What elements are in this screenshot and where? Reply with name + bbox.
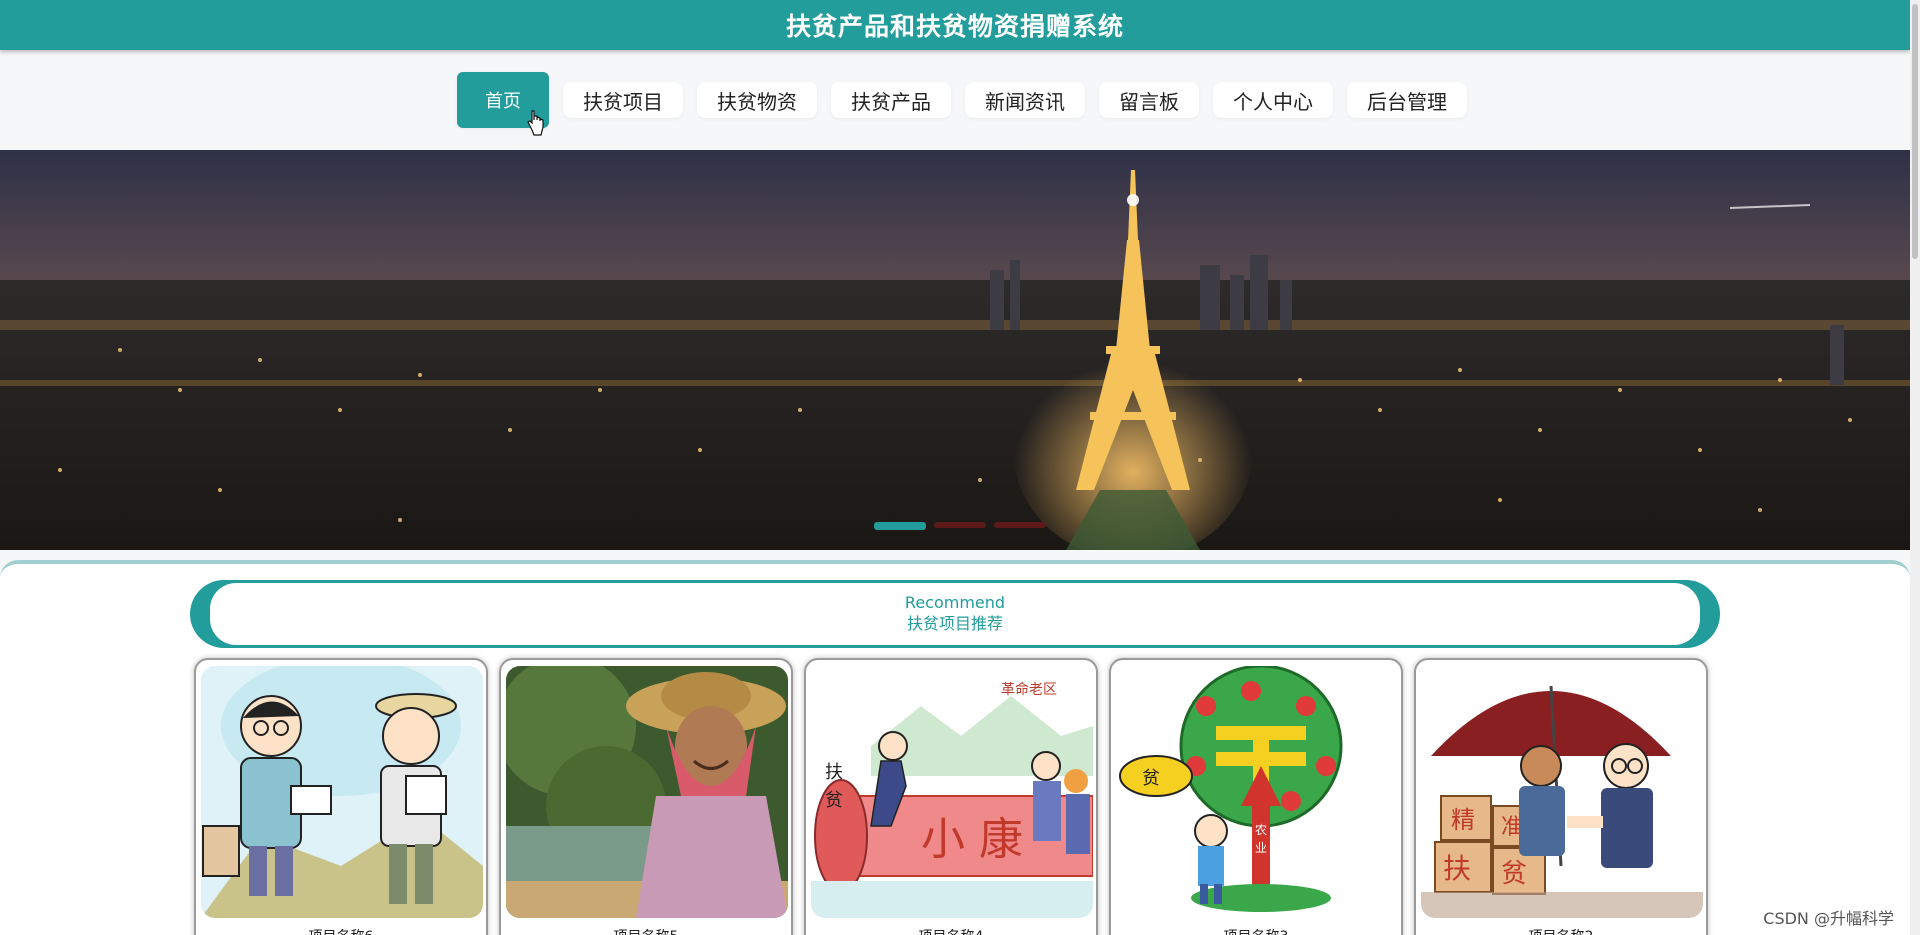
- project-card[interactable]: 精 准 扶 贫 项目名称2: [1414, 658, 1708, 935]
- project-name: 项目名称3: [1111, 926, 1401, 935]
- nav-item-projects[interactable]: 扶贫项目: [563, 82, 683, 118]
- scrollbar-thumb[interactable]: [1912, 4, 1918, 259]
- banner-dot-3[interactable]: [994, 522, 1046, 528]
- project-name: 项目名称2: [1416, 926, 1706, 935]
- svg-text:业: 业: [1255, 841, 1267, 855]
- project-name: 项目名称4: [806, 926, 1096, 935]
- banner-dot-1[interactable]: [874, 522, 926, 530]
- nav-item-profile[interactable]: 个人中心: [1213, 82, 1333, 118]
- project-name: 项目名称5: [501, 926, 791, 935]
- project-card[interactable]: 项目名称6: [194, 658, 488, 935]
- nav-item-messages[interactable]: 留言板: [1099, 82, 1199, 118]
- svg-text:扶: 扶: [1443, 852, 1471, 885]
- svg-text:扶: 扶: [825, 762, 843, 783]
- project-image: 精 准 扶 贫: [1421, 666, 1703, 918]
- project-image: 农 业 贫: [1116, 666, 1398, 918]
- svg-text:农: 农: [1255, 823, 1267, 837]
- hand-cursor-icon: [527, 110, 544, 136]
- svg-text:贫: 贫: [1142, 768, 1160, 789]
- section-title-cn: 扶贫项目推荐: [906, 614, 1003, 633]
- project-image: [201, 666, 483, 918]
- top-header: 扶贫产品和扶贫物资捐赠系统: [0, 0, 1910, 50]
- banner-pagination: [874, 522, 1046, 530]
- project-image: [506, 666, 788, 918]
- project-card[interactable]: 革命老区 小 康 扶 贫 项目名称4: [804, 658, 1098, 935]
- project-image: 革命老区 小 康 扶 贫: [811, 666, 1093, 918]
- project-name: 项目名称6: [196, 926, 486, 935]
- nav-item-admin[interactable]: 后台管理: [1347, 82, 1467, 118]
- recommend-header: Recommend 扶贫项目推荐: [190, 580, 1720, 648]
- nav-item-supplies[interactable]: 扶贫物资: [697, 82, 817, 118]
- project-card[interactable]: 农 业 贫 项目名称3: [1109, 658, 1403, 935]
- project-card-list: 项目名称6: [194, 658, 1708, 935]
- svg-text:小 康: 小 康: [921, 814, 1023, 865]
- project-card[interactable]: 项目名称5: [499, 658, 793, 935]
- svg-text:革命老区: 革命老区: [1001, 681, 1057, 698]
- banner-dot-2[interactable]: [934, 522, 986, 528]
- svg-text:精: 精: [1451, 806, 1475, 834]
- banner-image: [0, 150, 1910, 550]
- hero-banner[interactable]: [0, 150, 1910, 550]
- svg-text:贫: 贫: [825, 790, 843, 811]
- watermark-text: CSDN @升幅科学: [1763, 909, 1894, 928]
- page-scrollbar[interactable]: [1910, 0, 1920, 935]
- nav-item-news[interactable]: 新闻资讯: [965, 82, 1085, 118]
- site-title: 扶贫产品和扶贫物资捐赠系统: [785, 12, 1124, 41]
- page: 扶贫产品和扶贫物资捐赠系统 首页 扶贫项目 扶贫物资 扶贫产品 新闻资讯 留言板…: [0, 0, 1910, 935]
- svg-text:贫: 贫: [1501, 859, 1527, 889]
- main-nav: 首页 扶贫项目 扶贫物资 扶贫产品 新闻资讯 留言板 个人中心 后台管理: [457, 72, 1467, 128]
- nav-item-products[interactable]: 扶贫产品: [831, 82, 951, 118]
- section-title-en: Recommend: [904, 593, 1006, 612]
